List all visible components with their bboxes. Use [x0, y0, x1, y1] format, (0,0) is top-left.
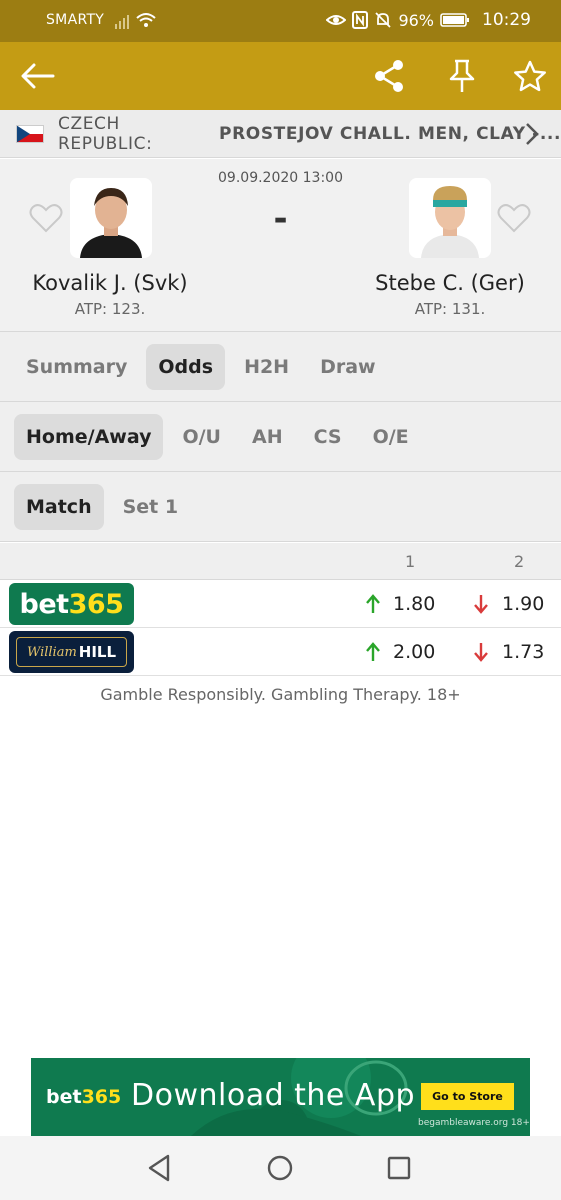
home-player-name[interactable]: Kovalik J. (Svk): [10, 271, 210, 295]
league-country: CZECH REPUBLIC:: [58, 113, 153, 154]
odd-away[interactable]: 1.73: [502, 641, 544, 663]
odd-away[interactable]: 1.90: [502, 593, 544, 615]
go-to-store-button[interactable]: Go to Store: [421, 1083, 514, 1110]
away-player-name[interactable]: Stebe C. (Ger): [350, 271, 550, 295]
status-bar: SMARTY 96% 10:29: [0, 0, 561, 42]
tab-over-under[interactable]: O/U: [170, 414, 233, 460]
odds-column-1: 1: [405, 552, 416, 571]
pin-button[interactable]: [432, 42, 492, 110]
tab-set-1[interactable]: Set 1: [111, 484, 191, 530]
favorite-button[interactable]: [500, 42, 560, 110]
player-avatar-icon: [409, 178, 491, 258]
clock: 10:29: [482, 10, 531, 30]
match-header: 09.09.2020 13:00 - Kovalik J. (Svk) ATP:…: [0, 159, 561, 332]
share-icon: [375, 60, 403, 92]
battery-percent: 96%: [398, 10, 434, 30]
league-row[interactable]: CZECH REPUBLIC: PROSTEJOV CHALL. MEN, CL…: [0, 110, 561, 158]
back-button[interactable]: [8, 42, 68, 110]
arrow-up-icon: [366, 642, 380, 661]
away-player-rank: ATP: 131.: [414, 300, 486, 318]
tab-draw[interactable]: Draw: [308, 344, 388, 390]
away-favorite-heart-icon[interactable]: [497, 203, 531, 233]
arrow-left-icon: [21, 63, 55, 89]
nav-back-icon[interactable]: [144, 1152, 176, 1184]
ad-banner[interactable]: bet365 Download the App Go to Store bega…: [31, 1058, 530, 1136]
czech-flag-icon: [16, 124, 44, 143]
william-hill-logo[interactable]: William HILL: [9, 631, 134, 673]
eye-icon: [326, 15, 347, 25]
carrier-label: SMARTY: [46, 12, 105, 28]
tab-odd-even[interactable]: O/E: [361, 414, 421, 460]
gambling-disclaimer[interactable]: Gamble Responsibly. Gambling Therapy. 18…: [0, 685, 561, 704]
pin-icon: [449, 59, 475, 92]
odds-row-william-hill[interactable]: William HILL 2.00 1.73: [0, 628, 561, 676]
player-avatar-icon: [70, 178, 152, 258]
tab-h2h[interactable]: H2H: [232, 344, 301, 390]
chevron-right-icon: [526, 123, 539, 145]
home-player-rank: ATP: 123.: [74, 300, 146, 318]
tab-home-away[interactable]: Home/Away: [14, 413, 164, 460]
main-tabs: Summary Odds H2H Draw: [0, 332, 561, 402]
away-player-photo[interactable]: [409, 178, 491, 258]
league-name: PROSTEJOV CHALL. MEN, CLAY -...: [219, 123, 561, 144]
tab-correct-score[interactable]: CS: [302, 414, 354, 460]
tab-asian-handicap[interactable]: AH: [240, 414, 295, 460]
market-tabs: Home/Away O/U AH CS O/E: [0, 402, 561, 472]
period-tabs: Match Set 1: [0, 472, 561, 542]
battery-icon: [440, 13, 469, 27]
system-nav-bar: [0, 1136, 561, 1200]
tab-match[interactable]: Match: [14, 483, 104, 530]
nav-recents-icon[interactable]: [383, 1152, 415, 1184]
banner-headline: Download the App: [131, 1078, 416, 1113]
arrow-down-icon: [474, 643, 488, 662]
star-icon: [514, 60, 546, 92]
odd-home[interactable]: 1.80: [393, 593, 435, 615]
arrow-down-icon: [474, 595, 488, 614]
banner-brand: bet365: [46, 1086, 122, 1108]
share-button[interactable]: [359, 42, 419, 110]
odds-row-bet365[interactable]: bet365 1.80 1.90: [0, 580, 561, 628]
bell-off-icon: [375, 12, 392, 28]
home-favorite-heart-icon[interactable]: [29, 203, 63, 233]
banner-footer: begambleaware.org 18+: [418, 1118, 530, 1128]
tab-summary[interactable]: Summary: [14, 344, 139, 390]
odd-home[interactable]: 2.00: [393, 641, 435, 663]
home-player-photo[interactable]: [70, 178, 152, 258]
app-bar: [0, 42, 561, 110]
arrow-up-icon: [366, 594, 380, 613]
signal-wifi-icon: [115, 13, 156, 29]
nav-home-icon[interactable]: [264, 1152, 296, 1184]
tab-odds[interactable]: Odds: [146, 343, 226, 390]
bet365-logo[interactable]: bet365: [9, 583, 134, 625]
nfc-icon: [352, 11, 369, 29]
odds-column-2: 2: [514, 552, 525, 571]
odds-table-header: 1 2: [0, 543, 561, 580]
